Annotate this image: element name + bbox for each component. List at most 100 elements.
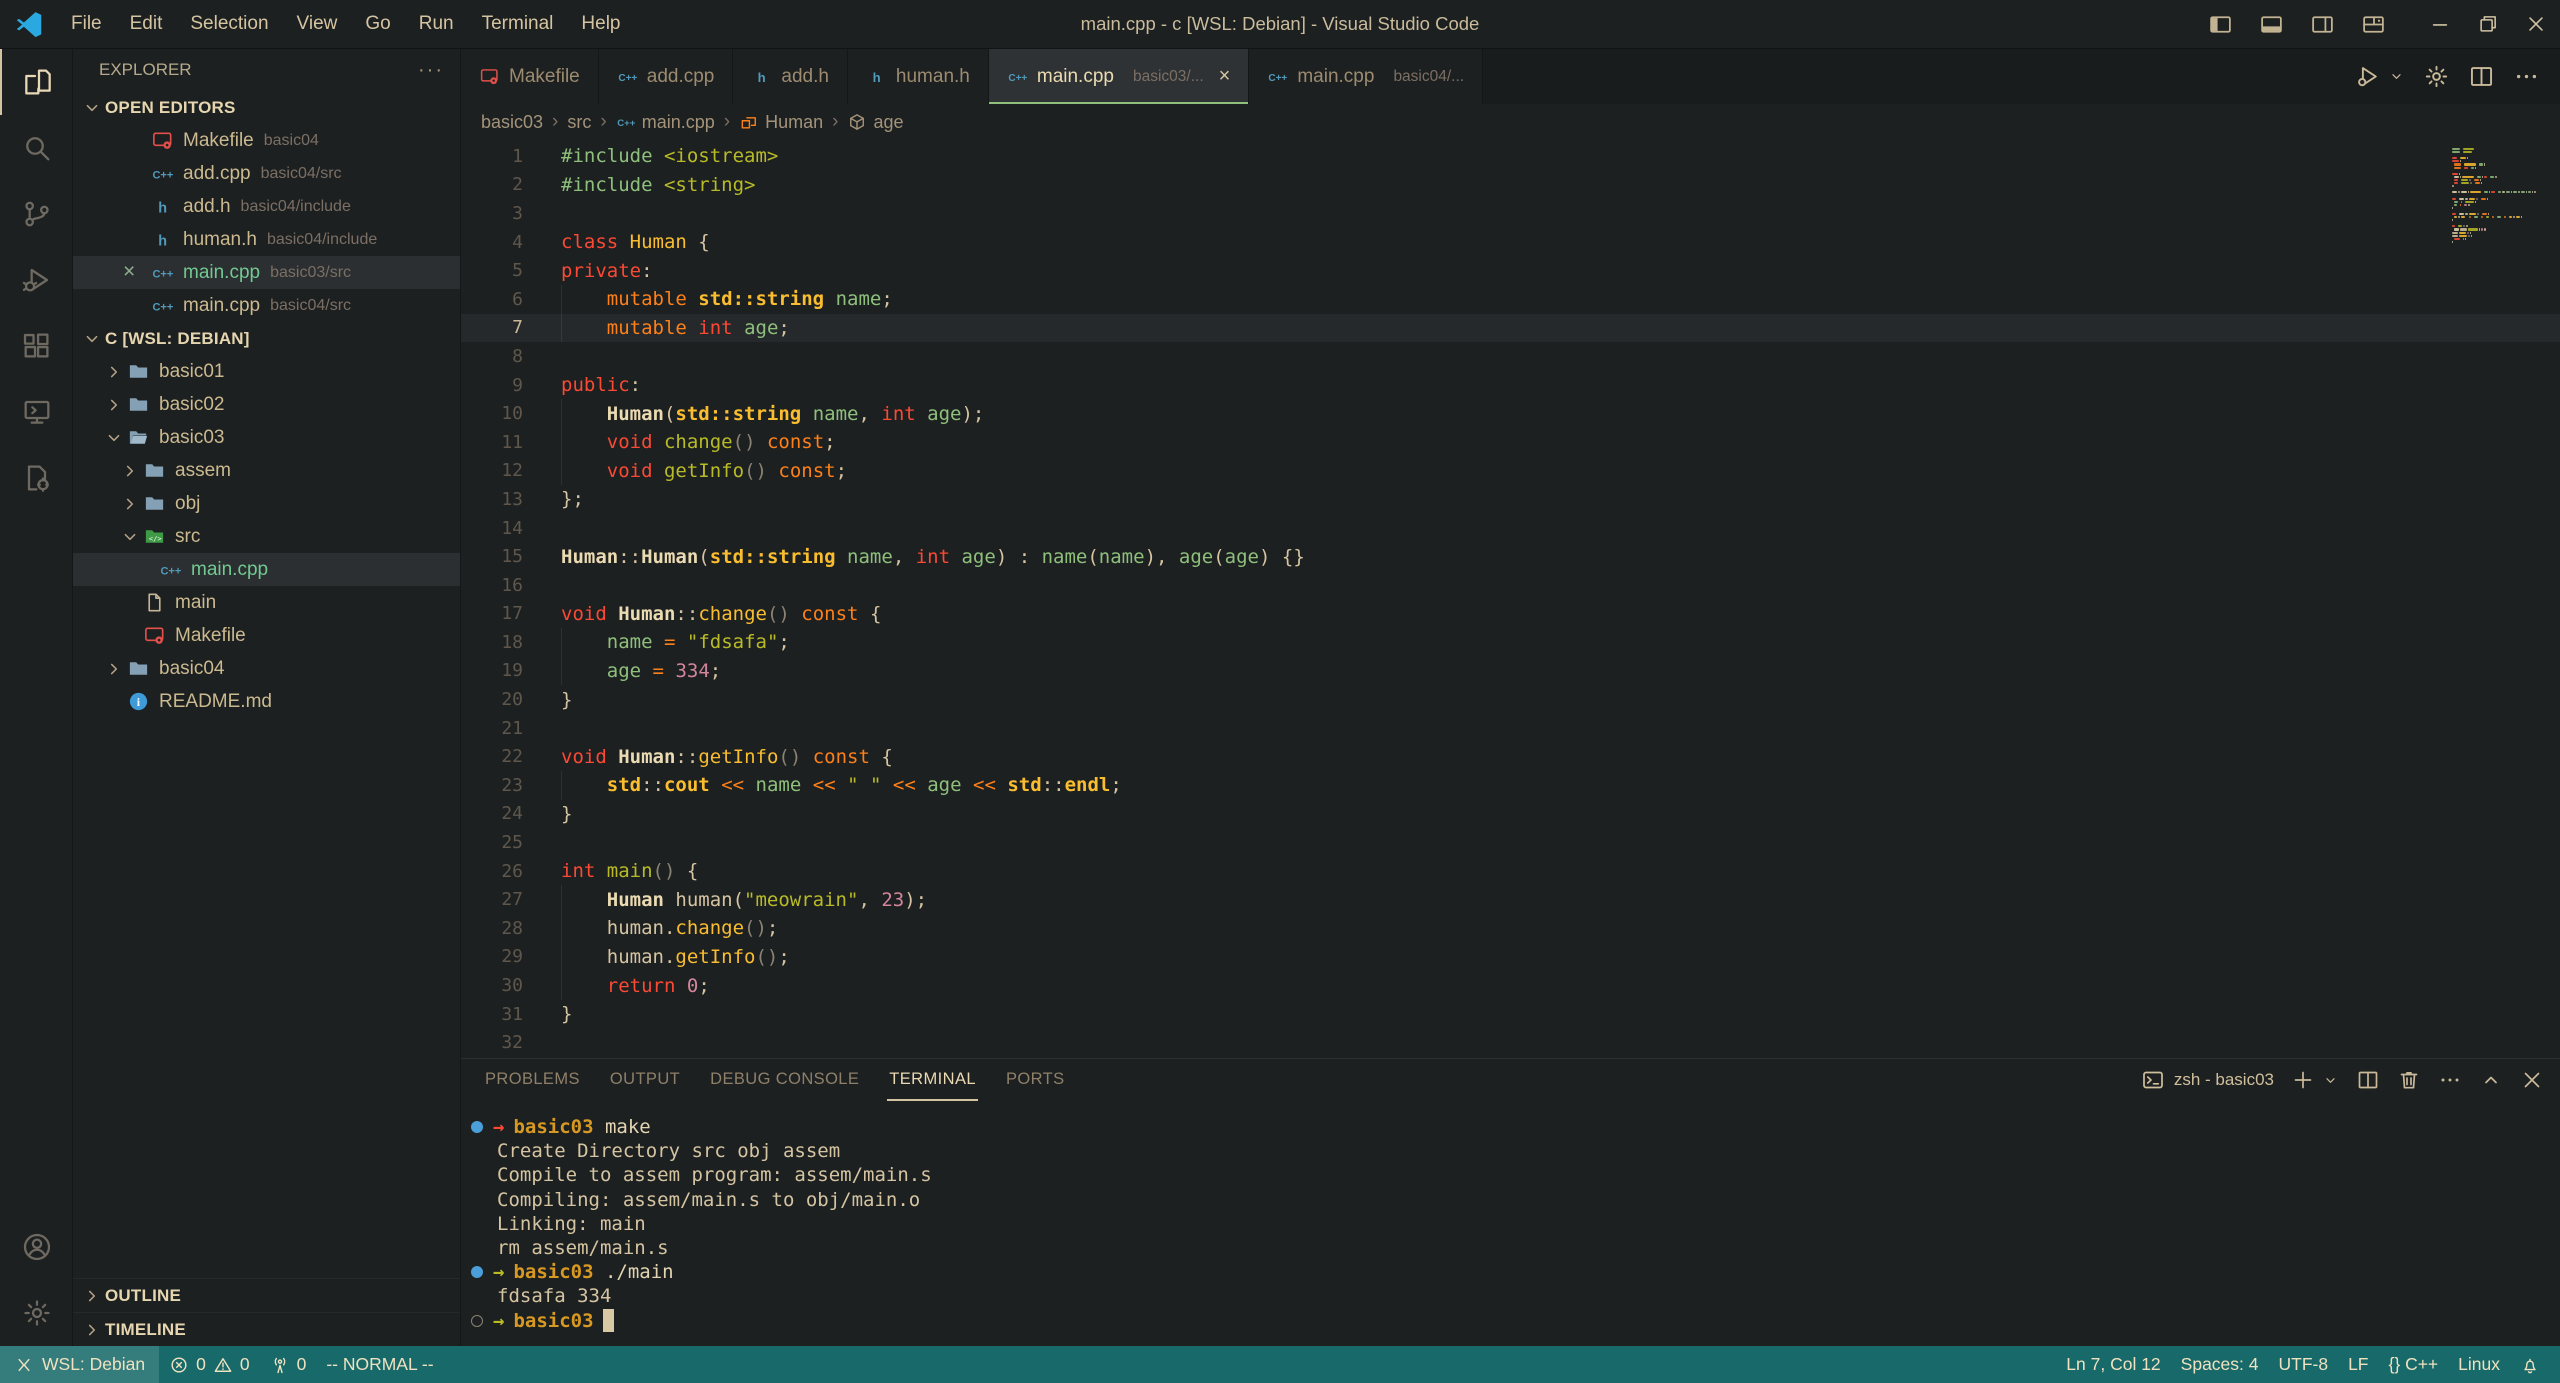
tab-add.cpp[interactable]: C++add.cpp xyxy=(599,49,734,104)
open-editor-main.cpp[interactable]: ×C++main.cppbasic03/src xyxy=(73,256,460,289)
activity-item-accounts[interactable] xyxy=(0,1214,72,1280)
breadcrumb-basic03[interactable]: basic03 xyxy=(481,112,543,133)
close-icon[interactable]: × xyxy=(123,260,135,284)
status-utf-8[interactable]: UTF-8 xyxy=(2269,1354,2339,1375)
run-debug-action-icon[interactable] xyxy=(2355,63,2382,90)
timeline-header[interactable]: TIMELINE xyxy=(73,1312,460,1346)
code-editor[interactable]: 1#include <iostream>2#include <string>34… xyxy=(461,140,2560,1058)
activity-item-extensions[interactable] xyxy=(0,313,72,379)
code-line-30[interactable]: 30 return 0; xyxy=(461,971,2560,1000)
open-editor-add.h[interactable]: hadd.hbasic04/include xyxy=(73,190,460,223)
explorer-actions-icon[interactable]: ··· xyxy=(418,59,444,82)
code-line-14[interactable]: 14 xyxy=(461,514,2560,543)
code-line-4[interactable]: 4class Human { xyxy=(461,228,2560,257)
close-icon[interactable] xyxy=(2520,1068,2544,1092)
gear-icon[interactable] xyxy=(2423,63,2450,90)
notifications-bell[interactable] xyxy=(2510,1355,2550,1375)
panel-tab-debug-console[interactable]: DEBUG CONSOLE xyxy=(708,1059,861,1101)
code-line-5[interactable]: 5private: xyxy=(461,256,2560,285)
code-line-1[interactable]: 1#include <iostream> xyxy=(461,142,2560,171)
activity-item-cpp-tools[interactable] xyxy=(0,445,72,511)
chevron-up-icon[interactable] xyxy=(2479,1068,2503,1092)
code-line-29[interactable]: 29 human.getInfo(); xyxy=(461,943,2560,972)
code-line-16[interactable]: 16 xyxy=(461,571,2560,600)
code-line-9[interactable]: 9public: xyxy=(461,371,2560,400)
layout-sidebar-left-icon[interactable] xyxy=(2208,12,2233,37)
tree-item-basic03[interactable]: basic03 xyxy=(73,421,460,454)
open-editors-header[interactable]: OPEN EDITORS xyxy=(73,91,460,124)
remote-indicator[interactable]: WSL: Debian xyxy=(0,1346,159,1383)
breadcrumb-Human[interactable]: Human xyxy=(739,112,823,133)
code-line-13[interactable]: 13}; xyxy=(461,485,2560,514)
breadcrumb-src[interactable]: src xyxy=(567,112,591,133)
tab-add.h[interactable]: hadd.h xyxy=(733,49,848,104)
outline-header[interactable]: OUTLINE xyxy=(73,1278,460,1312)
status--c-[interactable]: {} C++ xyxy=(2379,1354,2449,1375)
code-line-23[interactable]: 23 std::cout << name << " " << age << st… xyxy=(461,771,2560,800)
code-line-24[interactable]: 24} xyxy=(461,800,2560,829)
code-line-26[interactable]: 26int main() { xyxy=(461,857,2560,886)
activity-item-manage[interactable] xyxy=(0,1280,72,1346)
plus-icon[interactable] xyxy=(2291,1068,2315,1092)
workspace-header[interactable]: C [WSL: DEBIAN] xyxy=(73,322,460,355)
menu-file[interactable]: File xyxy=(58,8,115,40)
code-line-8[interactable]: 8 xyxy=(461,342,2560,371)
code-line-12[interactable]: 12 void getInfo() const; xyxy=(461,457,2560,486)
tree-item-basic04[interactable]: basic04 xyxy=(73,652,460,685)
layout-customize-icon[interactable] xyxy=(2361,12,2386,37)
open-editor-Makefile[interactable]: Makefilebasic04 xyxy=(73,124,460,157)
activity-item-source-control[interactable] xyxy=(0,181,72,247)
vim-mode-indicator[interactable]: -- NORMAL -- xyxy=(316,1346,443,1383)
menu-selection[interactable]: Selection xyxy=(177,8,281,40)
vscode-logo-icon[interactable] xyxy=(14,9,44,39)
menu-view[interactable]: View xyxy=(284,8,351,40)
close-button[interactable] xyxy=(2512,0,2560,48)
status-ln-7-col-12[interactable]: Ln 7, Col 12 xyxy=(2056,1354,2170,1375)
activity-item-explorer[interactable] xyxy=(0,49,72,115)
split-terminal-icon[interactable] xyxy=(2356,1068,2380,1092)
split-editor-icon[interactable] xyxy=(2468,63,2495,90)
tab-Makefile[interactable]: Makefile xyxy=(461,49,599,104)
open-editor-main.cpp[interactable]: C++main.cppbasic04/src xyxy=(73,289,460,322)
code-line-25[interactable]: 25 xyxy=(461,828,2560,857)
breadcrumb-main.cpp[interactable]: C++main.cpp xyxy=(616,112,715,133)
terminal-output[interactable]: →basic03 makeCreate Directory src obj as… xyxy=(461,1101,2560,1346)
menu-terminal[interactable]: Terminal xyxy=(469,8,567,40)
restore-button[interactable] xyxy=(2464,0,2512,48)
problems-status[interactable]: 00 xyxy=(159,1346,259,1383)
code-line-31[interactable]: 31} xyxy=(461,1000,2560,1029)
command-decoration-icon[interactable] xyxy=(471,1121,483,1133)
status-linux[interactable]: Linux xyxy=(2448,1354,2510,1375)
close-icon[interactable]: × xyxy=(1219,65,1231,88)
tree-item-src[interactable]: </>src xyxy=(73,520,460,553)
activity-item-run-and-debug[interactable] xyxy=(0,247,72,313)
code-line-17[interactable]: 17void Human::change() const { xyxy=(461,600,2560,629)
chevron-down-icon[interactable] xyxy=(2322,1072,2339,1089)
ports-status[interactable]: 0 xyxy=(260,1346,317,1383)
code-line-27[interactable]: 27 Human human("meowrain", 23); xyxy=(461,885,2560,914)
code-line-7[interactable]: 7 mutable int age; xyxy=(461,314,2560,343)
tree-item-README.md[interactable]: iREADME.md xyxy=(73,685,460,718)
layout-panel-icon[interactable] xyxy=(2259,12,2284,37)
command-decoration-icon[interactable] xyxy=(471,1315,483,1327)
code-line-20[interactable]: 20} xyxy=(461,685,2560,714)
menu-run[interactable]: Run xyxy=(406,8,467,40)
code-line-15[interactable]: 15Human::Human(std::string name, int age… xyxy=(461,542,2560,571)
tab-main.cpp[interactable]: C++main.cppbasic03/...× xyxy=(989,49,1249,104)
trash-icon[interactable] xyxy=(2397,1068,2421,1092)
code-line-22[interactable]: 22void Human::getInfo() const { xyxy=(461,742,2560,771)
code-line-28[interactable]: 28 human.change(); xyxy=(461,914,2560,943)
ellipsis-icon[interactable] xyxy=(2438,1068,2462,1092)
tab-human.h[interactable]: hhuman.h xyxy=(848,49,989,104)
panel-tab-ports[interactable]: PORTS xyxy=(1004,1059,1067,1101)
menu-go[interactable]: Go xyxy=(352,8,403,40)
minimize-button[interactable] xyxy=(2416,0,2464,48)
code-line-10[interactable]: 10 Human(std::string name, int age); xyxy=(461,399,2560,428)
tree-item-basic02[interactable]: basic02 xyxy=(73,388,460,421)
panel-tab-terminal[interactable]: TERMINAL xyxy=(887,1059,978,1101)
code-line-6[interactable]: 6 mutable std::string name; xyxy=(461,285,2560,314)
ellipsis-icon[interactable] xyxy=(2513,63,2540,90)
open-editor-human.h[interactable]: hhuman.hbasic04/include xyxy=(73,223,460,256)
status-spaces-4[interactable]: Spaces: 4 xyxy=(2171,1354,2269,1375)
menu-edit[interactable]: Edit xyxy=(117,8,176,40)
